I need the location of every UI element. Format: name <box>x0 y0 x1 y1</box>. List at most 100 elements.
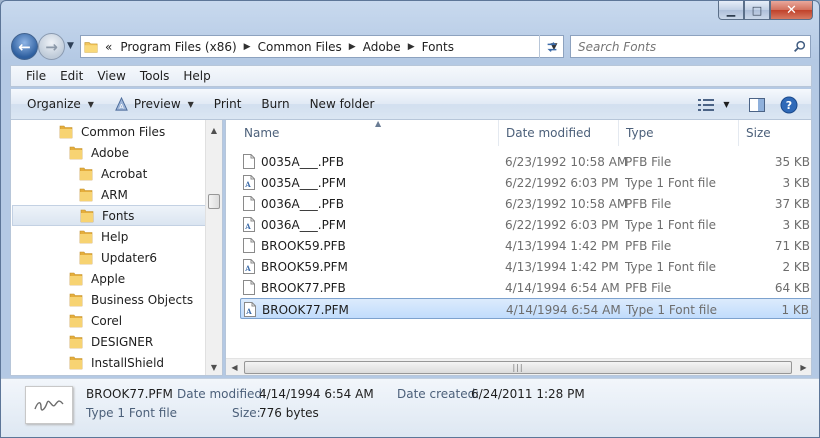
column-header-name[interactable]: Name ▲ <box>237 120 499 146</box>
file-type-cell: Type 1 Font file <box>626 299 717 320</box>
navigation-bar: ← → ▼ « Program Files (x86) ▶ Common Fil… <box>1 31 819 63</box>
file-row[interactable]: BROOK77.PFB 4/14/1994 6:54 AM PFB File 64 K… <box>240 277 811 298</box>
file-date-modified-cell: 6/23/1992 10:58 AM <box>505 193 627 214</box>
new-folder-button[interactable]: New folder <box>300 89 385 120</box>
file-type: PFB File <box>625 238 672 253</box>
file-type: PFB File <box>625 154 672 169</box>
tree-item[interactable]: Fonts <box>12 205 206 226</box>
tree-item[interactable]: Business Objects <box>69 289 193 310</box>
scroll-left-icon[interactable]: ◀ <box>226 359 243 375</box>
menu-help[interactable]: Help <box>176 69 217 83</box>
file-horizontal-scrollbar[interactable]: ◀ ||| ▶ <box>226 358 811 375</box>
tree-item[interactable]: Apple <box>69 268 125 289</box>
column-header-type[interactable]: Type <box>619 120 739 146</box>
file-type-cell: PFB File <box>625 235 671 256</box>
tree-item[interactable]: Acrobat <box>79 163 147 184</box>
help-button[interactable]: ? <box>773 96 805 114</box>
preview-button[interactable]: A Preview ▼ <box>104 89 204 120</box>
search-input[interactable] <box>578 39 788 54</box>
preview-pane-button[interactable] <box>741 97 773 112</box>
chevron-down-icon: ▼ <box>67 41 74 51</box>
recent-pages-dropdown[interactable]: ▼ <box>67 41 74 51</box>
file-size-cell: 37 KB <box>775 193 810 214</box>
scroll-right-icon[interactable]: ▶ <box>795 359 811 375</box>
details-filename: BROOK77.PFM <box>86 387 173 401</box>
file-row[interactable]: 0035A___.PFB 6/23/1992 10:58 AM PFB File 35… <box>240 151 811 172</box>
menu-file[interactable]: File <box>19 69 53 83</box>
file-type-cell: PFB File <box>625 193 671 214</box>
forward-button[interactable]: → <box>38 33 65 60</box>
close-button[interactable]: ✕ <box>770 1 813 20</box>
svg-text:A: A <box>245 307 252 316</box>
file-row[interactable]: BROOK59.PFB 4/13/1994 1:42 PM PFB File 71 K… <box>240 235 811 256</box>
burn-button[interactable]: Burn <box>251 89 299 120</box>
file-name: BROOK77.PFM <box>262 302 349 317</box>
print-button[interactable]: Print <box>204 89 252 120</box>
menu-view[interactable]: View <box>90 69 132 83</box>
breadcrumb-common-files[interactable]: Common Files <box>254 40 346 54</box>
scroll-up-icon[interactable]: ▲ <box>206 122 222 139</box>
menu-tools[interactable]: Tools <box>133 69 177 83</box>
command-bar: Organize ▼ A Preview ▼ Print Burn New fold… <box>10 89 812 120</box>
tree-item[interactable]: Updater6 <box>79 247 157 268</box>
organize-button[interactable]: Organize ▼ <box>17 89 104 120</box>
file-row[interactable]: A BROOK59.PFM 4/13/1994 1:42 PM Type 1 Font… <box>240 256 811 277</box>
breadcrumb-fonts[interactable]: Fonts <box>418 40 458 54</box>
tree-vertical-scrollbar[interactable]: ▲ ▼ <box>205 120 222 375</box>
tree-item[interactable]: Common Files <box>59 121 165 142</box>
file-thumbnail <box>25 386 73 424</box>
file-size: 35 KB <box>774 154 810 169</box>
search-box[interactable] <box>570 35 811 58</box>
tree-item[interactable]: Adobe <box>69 142 129 163</box>
file-type-cell: Type 1 Font file <box>625 172 716 193</box>
search-icon[interactable] <box>788 40 810 53</box>
tree-item[interactable]: Help <box>79 226 128 247</box>
file-size: 3 KB <box>782 217 810 232</box>
back-button[interactable]: ← <box>11 33 38 60</box>
tree-item[interactable]: InstallShield <box>69 352 164 373</box>
details-date-created-label: Date created: <box>397 387 480 401</box>
file-row[interactable]: A 0035A___.PFM 6/22/1992 6:03 PM Type 1 Fon… <box>240 172 811 193</box>
blank-file-icon <box>243 196 255 211</box>
file-type: Type 1 Font file <box>625 259 717 274</box>
file-date-modified-cell: 4/14/1994 6:54 AM <box>506 299 621 320</box>
file-name-cell: BROOK59.PFB <box>243 235 346 256</box>
burn-label: Burn <box>261 97 290 111</box>
maximize-button[interactable]: □ <box>744 1 770 20</box>
folder-icon <box>80 208 94 223</box>
file-type-cell: PFB File <box>625 277 671 298</box>
breadcrumb-separator-icon[interactable]: ▶ <box>405 42 418 52</box>
scroll-down-icon[interactable]: ▼ <box>206 359 222 375</box>
breadcrumb-overflow[interactable]: « <box>101 40 116 54</box>
menu-edit[interactable]: Edit <box>53 69 90 83</box>
file-scroll-thumb[interactable]: ||| <box>244 361 792 374</box>
breadcrumb-program-files[interactable]: Program Files (x86) <box>116 40 240 54</box>
font-file-icon: A <box>243 259 255 274</box>
column-header-size[interactable]: Size <box>739 120 811 146</box>
file-date-modified-cell: 6/23/1992 10:58 AM <box>505 151 627 172</box>
tree-item[interactable]: Corel <box>69 310 122 331</box>
navigation-pane: Common Files Adobe Acrobat ARM Fonts Help Upda… <box>10 120 223 376</box>
file-name: BROOK59.PFM <box>261 259 348 274</box>
breadcrumb-separator-icon[interactable]: ▶ <box>241 42 254 52</box>
file-size-cell: 2 KB <box>782 256 810 277</box>
tree-scroll-thumb[interactable] <box>208 194 220 209</box>
file-row[interactable]: A BROOK77.PFM 4/14/1994 6:54 AM Type 1 Font… <box>240 298 811 320</box>
minimize-button[interactable]: ▁ <box>718 1 744 20</box>
tree-item[interactable]: ARM <box>79 184 128 205</box>
file-row[interactable]: 0036A___.PFB 6/23/1992 10:58 AM PFB File 37… <box>240 193 811 214</box>
folder-icon <box>69 313 83 328</box>
change-view-button[interactable]: ▼ <box>693 98 735 111</box>
refresh-button[interactable] <box>539 35 564 58</box>
breadcrumb-adobe[interactable]: Adobe <box>359 40 405 54</box>
file-row[interactable]: A 0036A___.PFM 6/22/1992 6:03 PM Type 1 Fon… <box>240 214 811 235</box>
file-type: PFB File <box>625 196 672 211</box>
breadcrumb-separator-icon[interactable]: ▶ <box>346 42 359 52</box>
file-date-modified: 4/14/1994 6:54 AM <box>505 280 620 295</box>
file-date-modified: 4/14/1994 6:54 AM <box>506 302 621 317</box>
tree-item[interactable]: DESIGNER <box>69 331 153 352</box>
column-header-date[interactable]: Date modified <box>499 120 619 146</box>
folder-icon <box>69 355 83 370</box>
file-name-cell: BROOK77.PFB <box>243 277 346 298</box>
address-bar[interactable]: « Program Files (x86) ▶ Common Files ▶ A… <box>80 35 564 58</box>
